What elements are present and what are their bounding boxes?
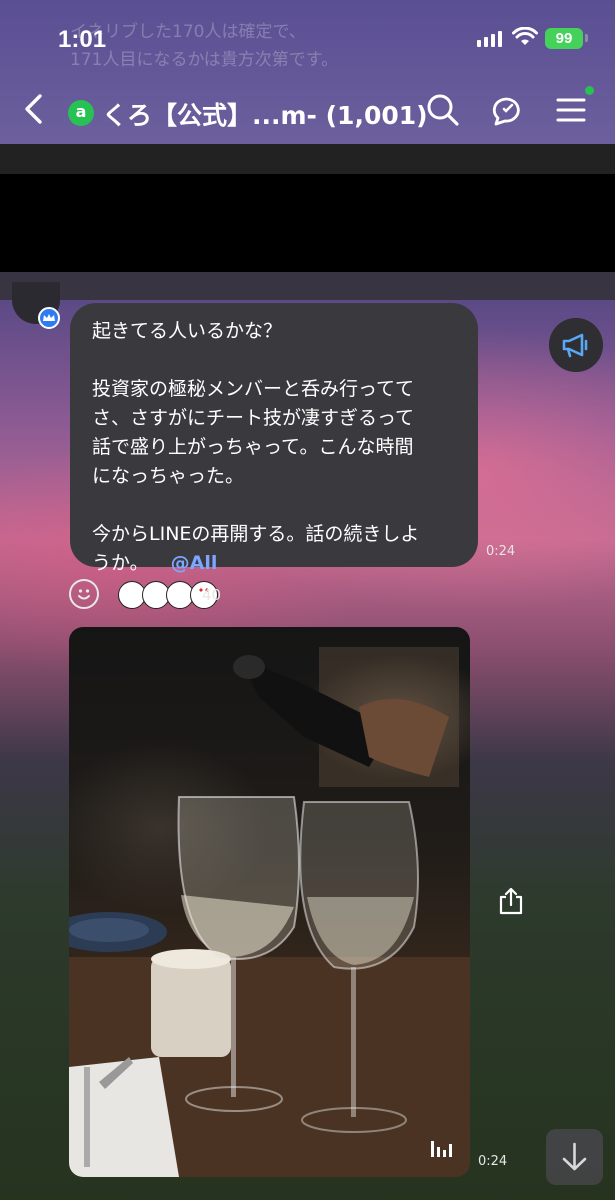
notification-dot	[585, 86, 594, 95]
message-line: うか。 @All	[92, 552, 218, 574]
wine-glasses-image	[69, 647, 470, 1177]
message-line: 今からLINEの再開する。話の続きしよ	[92, 523, 420, 545]
redacted-area	[0, 174, 615, 272]
back-chevron-icon[interactable]	[20, 92, 50, 126]
smiley-icon[interactable]	[69, 579, 99, 609]
pinned-announcement-bar[interactable]	[0, 144, 615, 174]
mention-all[interactable]: @All	[171, 552, 218, 574]
chat-title[interactable]: くろ【公式】...m- (1,001)	[102, 96, 428, 132]
reaction-count: 40	[202, 586, 222, 604]
scroll-down-button[interactable]	[546, 1129, 603, 1185]
message-line: になっちゃった。	[92, 465, 245, 487]
ghost-notification-text: イネリブした170人は確定で、 171人目になるかは貴方次第です。	[70, 22, 339, 70]
official-badge: a	[68, 100, 94, 126]
message-line: 話で盛り上がっちゃって。こんな時間	[92, 436, 414, 458]
chevron-down-icon	[562, 1142, 587, 1171]
reaction-stickers[interactable]	[118, 581, 218, 609]
status-time: 1:01	[58, 26, 107, 53]
search-icon[interactable]	[423, 90, 463, 130]
menu-icon[interactable]	[551, 90, 591, 130]
signal-icon	[477, 31, 502, 47]
message-line: 投資家の極秘メンバーと呑み行ってて	[92, 378, 415, 400]
status-bar: イネリブした170人は確定で、 171人目になるかは貴方次第です。 1:01 9…	[0, 0, 615, 70]
message-timestamp: 0:24	[486, 544, 516, 559]
message-bubble[interactable]: 起きてる人いるかな？ 投資家の極秘メンバーと呑み行ってて さ、さすがにチート技が…	[70, 303, 478, 574]
battery-indicator: 99	[545, 28, 583, 49]
video-timestamp: 0:24	[478, 1154, 508, 1169]
chat-header: a くろ【公式】...m- (1,001)	[0, 70, 615, 144]
share-icon[interactable]	[497, 886, 525, 916]
crown-badge-icon	[38, 307, 60, 329]
chat-bubbles-icon[interactable]	[488, 90, 528, 130]
message-divider-bar	[0, 272, 615, 300]
wifi-icon	[512, 27, 538, 45]
megaphone-icon[interactable]	[549, 318, 603, 372]
message-line: 起きてる人いるかな？	[92, 320, 283, 342]
video-thumbnail[interactable]	[69, 627, 470, 1177]
battery-tip	[585, 34, 588, 42]
message-line: さ、さすがにチート技が凄すぎるって	[92, 407, 415, 429]
